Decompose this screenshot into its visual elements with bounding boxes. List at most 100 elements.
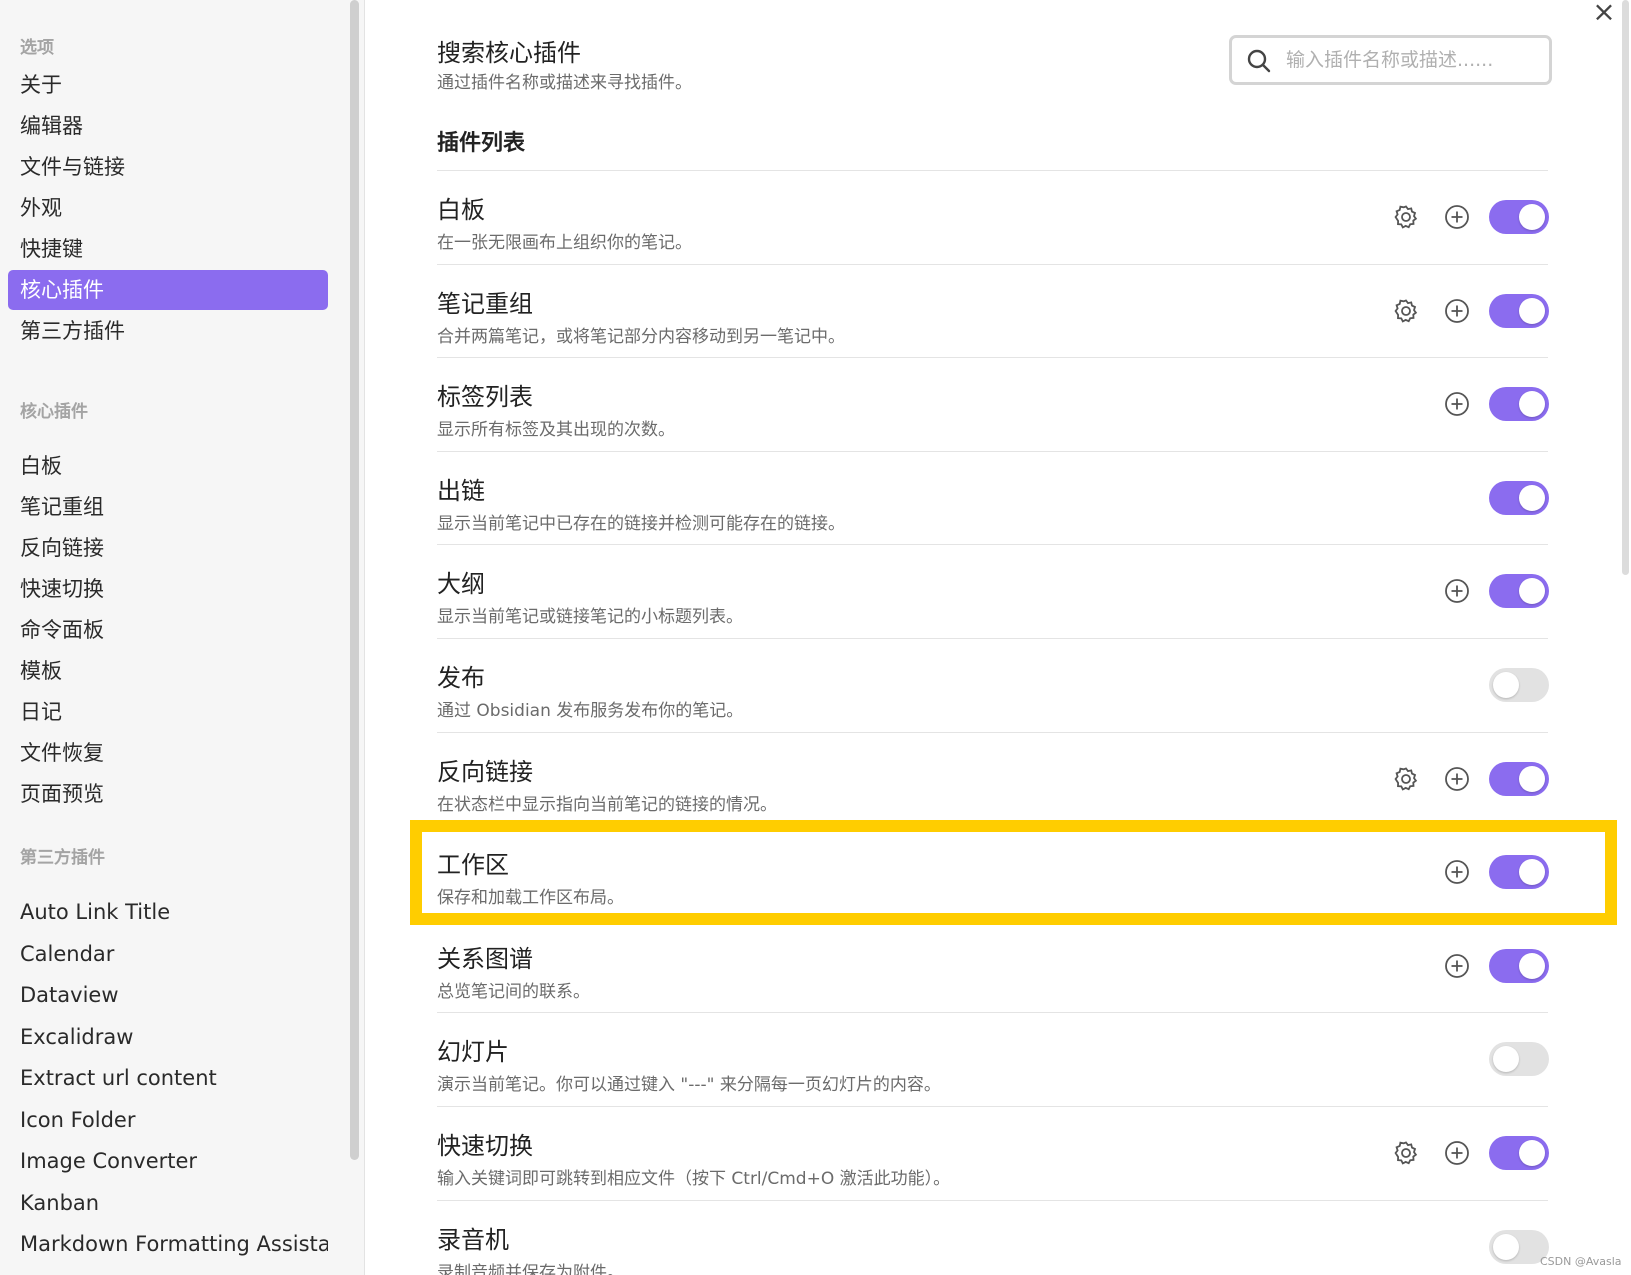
toggle-knob: [1519, 1140, 1545, 1166]
plugin-description: 显示所有标签及其出现的次数。: [437, 420, 675, 441]
sidebar-third-item-2[interactable]: Dataview: [8, 975, 328, 1015]
add-hotkey-icon[interactable]: [1443, 577, 1471, 605]
plugin-description: 合并两篇笔记，或将笔记部分内容移动到另一笔记中。: [437, 326, 845, 347]
sidebar-third-item-4[interactable]: Extract url content: [8, 1058, 328, 1098]
gear-icon[interactable]: [1392, 297, 1420, 325]
sidebar-third-item-0[interactable]: Auto Link Title: [8, 892, 328, 932]
sidebar-third-item-6[interactable]: Image Converter: [8, 1141, 328, 1181]
plugin-toggle[interactable]: [1489, 293, 1549, 328]
plugin-row: 出链显示当前笔记中已存在的链接并检测可能存在的链接。: [437, 450, 1549, 545]
plugin-name: 快速切换: [437, 1132, 533, 1160]
toggle-knob: [1493, 1233, 1519, 1260]
plugin-row: 白板在一张无限画布上组织你的笔记。: [437, 170, 1549, 264]
plugin-toggle[interactable]: [1489, 761, 1549, 796]
plugin-list-heading: 插件列表: [437, 131, 526, 156]
sidebar-option-item-5[interactable]: 核心插件: [8, 270, 328, 310]
plugin-toggle[interactable]: [1489, 1136, 1549, 1170]
sidebar-core-item-2[interactable]: 反向链接: [8, 528, 328, 568]
sidebar-core-item-3[interactable]: 快速切换: [8, 569, 328, 609]
plugin-search-box[interactable]: [1229, 35, 1552, 85]
sidebar-core-item-6[interactable]: 日记: [8, 692, 328, 732]
toggle-knob: [1519, 204, 1545, 230]
plugin-row: 发布通过 Obsidian 发布服务发布你的笔记。: [437, 638, 1549, 732]
plugin-name: 幻灯片: [437, 1038, 509, 1067]
plugin-description: 演示当前笔记。你可以通过键入 "---" 来分隔每一页幻灯片的内容。: [437, 1075, 941, 1096]
plugin-row: 关系图谱总览笔记间的联系。: [437, 918, 1549, 1013]
plugin-description: 输入关键词即可跳转到相应文件（按下 Ctrl/Cmd+O 激活此功能）。: [437, 1169, 951, 1189]
sidebar-third-item-1[interactable]: Calendar: [8, 934, 328, 974]
plugin-toggle[interactable]: [1489, 668, 1549, 702]
add-hotkey-icon[interactable]: [1443, 765, 1471, 793]
close-icon[interactable]: ×: [1592, 0, 1616, 26]
plugin-description: 通过 Obsidian 发布服务发布你的笔记。: [437, 701, 744, 721]
toggle-knob: [1519, 952, 1545, 979]
plugin-name: 发布: [437, 664, 485, 692]
main-scrollbar[interactable]: [1622, 0, 1629, 575]
plugin-description: 在状态栏中显示指向当前笔记的链接的情况。: [437, 794, 777, 815]
sidebar-scrollbar[interactable]: [350, 0, 359, 1160]
add-hotkey-icon[interactable]: [1443, 952, 1471, 980]
plugin-row: 录音机 录制音频并保存为附件。: [437, 1199, 1549, 1275]
sidebar-third-item-3[interactable]: Excalidraw: [8, 1017, 328, 1057]
plugin-row: 笔记重组合并两篇笔记，或将笔记部分内容移动到另一笔记中。: [437, 263, 1549, 358]
plugin-name: 标签列表: [437, 383, 533, 412]
sidebar-core-item-8[interactable]: 页面预览: [8, 774, 328, 814]
plugin-name: 关系图谱: [437, 944, 533, 973]
toggle-knob: [1493, 1046, 1519, 1073]
toggle-knob: [1519, 484, 1545, 511]
sidebar-option-item-2[interactable]: 文件与链接: [8, 147, 328, 187]
plugin-description: 总览笔记间的联系。: [437, 981, 590, 1002]
plugin-name: 大纲: [437, 570, 485, 599]
sidebar-core-item-7[interactable]: 文件恢复: [8, 733, 328, 773]
add-hotkey-icon[interactable]: [1443, 390, 1471, 418]
sidebar-option-item-0[interactable]: 关于: [8, 65, 328, 105]
plugin-name: 白板: [437, 196, 485, 224]
sidebar-section-options: 选项: [20, 38, 54, 58]
toggle-knob: [1519, 765, 1545, 792]
gear-icon[interactable]: [1392, 203, 1420, 231]
plugin-description: 在一张无限画布上组织你的笔记。: [437, 233, 692, 253]
search-section-title: 搜索核心插件: [437, 39, 581, 67]
sidebar-section-third-party: 第三方插件: [20, 848, 105, 868]
plugin-description: 显示当前笔记或链接笔记的小标题列表。: [437, 607, 743, 628]
highlight-box: [410, 820, 1617, 925]
add-hotkey-icon[interactable]: [1443, 1139, 1471, 1167]
sidebar-core-item-5[interactable]: 模板: [8, 651, 328, 691]
sidebar-core-item-0[interactable]: 白板: [8, 446, 328, 486]
toggle-knob: [1493, 672, 1519, 698]
plugin-toggle[interactable]: [1489, 200, 1549, 234]
plugin-row: 反向链接 在状态栏中显示指向当前笔记的链接的情况。: [437, 731, 1549, 826]
sidebar-option-item-4[interactable]: 快捷键: [8, 229, 328, 269]
plugin-row: 幻灯片演示当前笔记。你可以通过键入 "---" 来分隔每一页幻灯片的内容。: [437, 1012, 1549, 1106]
plugin-toggle[interactable]: [1489, 387, 1549, 422]
plugin-row: 标签列表显示所有标签及其出现的次数。: [437, 357, 1549, 451]
plugin-name: 笔记重组: [437, 289, 533, 318]
sidebar-third-item-7[interactable]: Kanban: [8, 1183, 328, 1223]
sidebar-core-item-4[interactable]: 命令面板: [8, 610, 328, 650]
search-icon: [1247, 49, 1271, 73]
toggle-knob: [1519, 391, 1545, 418]
gear-icon[interactable]: [1392, 765, 1420, 793]
search-section-desc: 通过插件名称或描述来寻找插件。: [437, 73, 692, 93]
plugin-description: 显示当前笔记中已存在的链接并检测可能存在的链接。: [437, 513, 845, 534]
plugin-name: 出链: [437, 476, 485, 505]
plugin-toggle[interactable]: [1489, 1042, 1549, 1077]
plugin-toggle[interactable]: [1489, 574, 1549, 609]
sidebar-option-item-1[interactable]: 编辑器: [8, 106, 328, 146]
gear-icon[interactable]: [1392, 1139, 1420, 1167]
sidebar-third-item-8[interactable]: Markdown Formatting Assistant: [8, 1224, 328, 1264]
settings-sidebar: 选项 关于 编辑器 文件与链接 外观 快捷键 核心插件 第三方插件 核心插件 白板 笔记重组反…: [0, 0, 365, 1275]
sidebar-option-item-3[interactable]: 外观: [8, 188, 328, 228]
add-hotkey-icon[interactable]: [1443, 203, 1471, 231]
sidebar-core-item-1[interactable]: 笔记重组: [8, 487, 328, 527]
plugin-description: 录制音频并保存为附件。: [437, 1262, 624, 1275]
add-hotkey-icon[interactable]: [1443, 297, 1471, 325]
plugin-search-input[interactable]: [1286, 44, 1536, 76]
sidebar-section-core-plugins: 核心插件: [20, 402, 88, 422]
sidebar-third-item-5[interactable]: Icon Folder: [8, 1100, 328, 1140]
sidebar-option-item-6[interactable]: 第三方插件: [8, 311, 328, 351]
plugin-toggle[interactable]: [1489, 480, 1549, 515]
plugin-toggle[interactable]: [1489, 948, 1549, 983]
toggle-knob: [1519, 578, 1545, 605]
plugin-row: 快速切换输入关键词即可跳转到相应文件（按下 Ctrl/Cmd+O 激活此功能）。: [437, 1106, 1549, 1200]
